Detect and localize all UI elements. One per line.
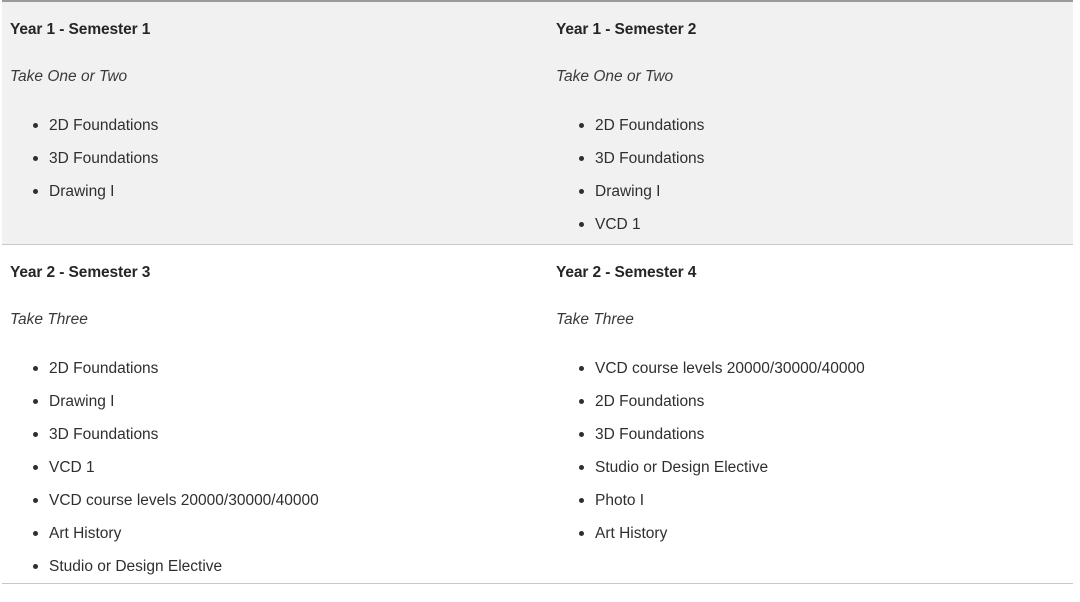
course-label: 2D Foundations xyxy=(595,393,705,410)
course-label: 3D Foundations xyxy=(49,150,159,167)
list-bullet-icon xyxy=(579,366,584,371)
list-bullet-icon xyxy=(33,123,38,128)
course-label: Photo I xyxy=(595,492,645,509)
course-label: 3D Foundations xyxy=(595,150,705,167)
list-bullet-icon xyxy=(33,432,38,437)
curriculum-page: Year 1 - Semester 1 Take One or Two 2D F… xyxy=(0,0,1080,602)
list-bullet-icon xyxy=(579,399,584,404)
list-item: Studio or Design Elective xyxy=(556,451,1065,484)
list-bullet-icon xyxy=(33,531,38,536)
course-label: Art History xyxy=(49,525,122,542)
semester-title: Year 2 - Semester 4 xyxy=(556,264,697,281)
list-item: Photo I xyxy=(556,484,1065,517)
table-row: Year 1 - Semester 1 Take One or Two 2D F… xyxy=(2,1,1073,245)
semester-title: Year 1 - Semester 2 xyxy=(556,21,697,38)
list-item: VCD course levels 20000/30000/40000 xyxy=(10,484,540,517)
list-bullet-icon xyxy=(33,498,38,503)
semester-instruction: Take Three xyxy=(10,311,88,328)
course-list: VCD course levels 20000/30000/40000 2D F… xyxy=(556,330,1065,550)
list-item: 2D Foundations xyxy=(10,109,540,142)
course-list: 2D Foundations 3D Foundations Drawing I xyxy=(10,87,540,208)
semester-instruction: Take Three xyxy=(556,311,634,328)
list-bullet-icon xyxy=(579,498,584,503)
list-bullet-icon xyxy=(579,156,584,161)
course-label: Studio or Design Elective xyxy=(595,459,769,476)
course-label: VCD 1 xyxy=(595,216,641,233)
list-item: 3D Foundations xyxy=(10,418,540,451)
course-label: Art History xyxy=(595,525,668,542)
list-item: 2D Foundations xyxy=(10,352,540,385)
course-label: 2D Foundations xyxy=(595,117,705,134)
list-bullet-icon xyxy=(579,531,584,536)
course-list: 2D Foundations 3D Foundations Drawing I xyxy=(556,87,1065,241)
course-label: Drawing I xyxy=(595,183,661,200)
list-item: 2D Foundations xyxy=(556,109,1065,142)
list-item: Studio or Design Elective xyxy=(10,550,540,583)
list-item: VCD course levels 20000/30000/40000 xyxy=(556,352,1065,385)
course-label: Studio or Design Elective xyxy=(49,558,223,575)
semester-cell-year2-sem4: Year 2 - Semester 4 Take Three VCD cours… xyxy=(548,244,1073,584)
semester-instruction: Take One or Two xyxy=(556,68,674,85)
list-bullet-icon xyxy=(579,222,584,227)
list-item: 3D Foundations xyxy=(556,142,1065,175)
semester-instruction: Take One or Two xyxy=(10,68,128,85)
list-item: Drawing I xyxy=(10,385,540,418)
list-bullet-icon xyxy=(33,189,38,194)
course-list: 2D Foundations Drawing I 3D Foundations xyxy=(10,330,540,583)
semester-cell-year1-sem2: Year 1 - Semester 2 Take One or Two 2D F… xyxy=(548,1,1073,245)
curriculum-table-body: Year 1 - Semester 1 Take One or Two 2D F… xyxy=(2,1,1073,584)
list-item: VCD 1 xyxy=(556,208,1065,241)
semester-title: Year 2 - Semester 3 xyxy=(10,264,151,281)
list-item: Art History xyxy=(556,517,1065,550)
course-label: 3D Foundations xyxy=(49,426,159,443)
list-item: Drawing I xyxy=(556,175,1065,208)
course-label: VCD course levels 20000/30000/40000 xyxy=(595,360,865,377)
course-label: 2D Foundations xyxy=(49,117,159,134)
course-label: 3D Foundations xyxy=(595,426,705,443)
list-bullet-icon xyxy=(579,189,584,194)
table-row: Year 2 - Semester 3 Take Three 2D Founda… xyxy=(2,244,1073,584)
list-item: Art History xyxy=(10,517,540,550)
curriculum-table: Year 1 - Semester 1 Take One or Two 2D F… xyxy=(2,0,1073,584)
list-bullet-icon xyxy=(579,432,584,437)
list-item: 3D Foundations xyxy=(10,142,540,175)
course-label: Drawing I xyxy=(49,393,115,410)
list-bullet-icon xyxy=(33,564,38,569)
course-label: VCD course levels 20000/30000/40000 xyxy=(49,492,319,509)
list-bullet-icon xyxy=(33,156,38,161)
list-bullet-icon xyxy=(33,399,38,404)
list-item: Drawing I xyxy=(10,175,540,208)
semester-cell-year2-sem3: Year 2 - Semester 3 Take Three 2D Founda… xyxy=(2,244,548,584)
list-bullet-icon xyxy=(579,465,584,470)
list-bullet-icon xyxy=(579,123,584,128)
semester-cell-year1-sem1: Year 1 - Semester 1 Take One or Two 2D F… xyxy=(2,1,548,245)
course-label: Drawing I xyxy=(49,183,115,200)
list-bullet-icon xyxy=(33,465,38,470)
list-item: 3D Foundations xyxy=(556,418,1065,451)
list-bullet-icon xyxy=(33,366,38,371)
course-label: VCD 1 xyxy=(49,459,95,476)
list-item: 2D Foundations xyxy=(556,385,1065,418)
semester-title: Year 1 - Semester 1 xyxy=(10,21,151,38)
course-label: 2D Foundations xyxy=(49,360,159,377)
list-item: VCD 1 xyxy=(10,451,540,484)
